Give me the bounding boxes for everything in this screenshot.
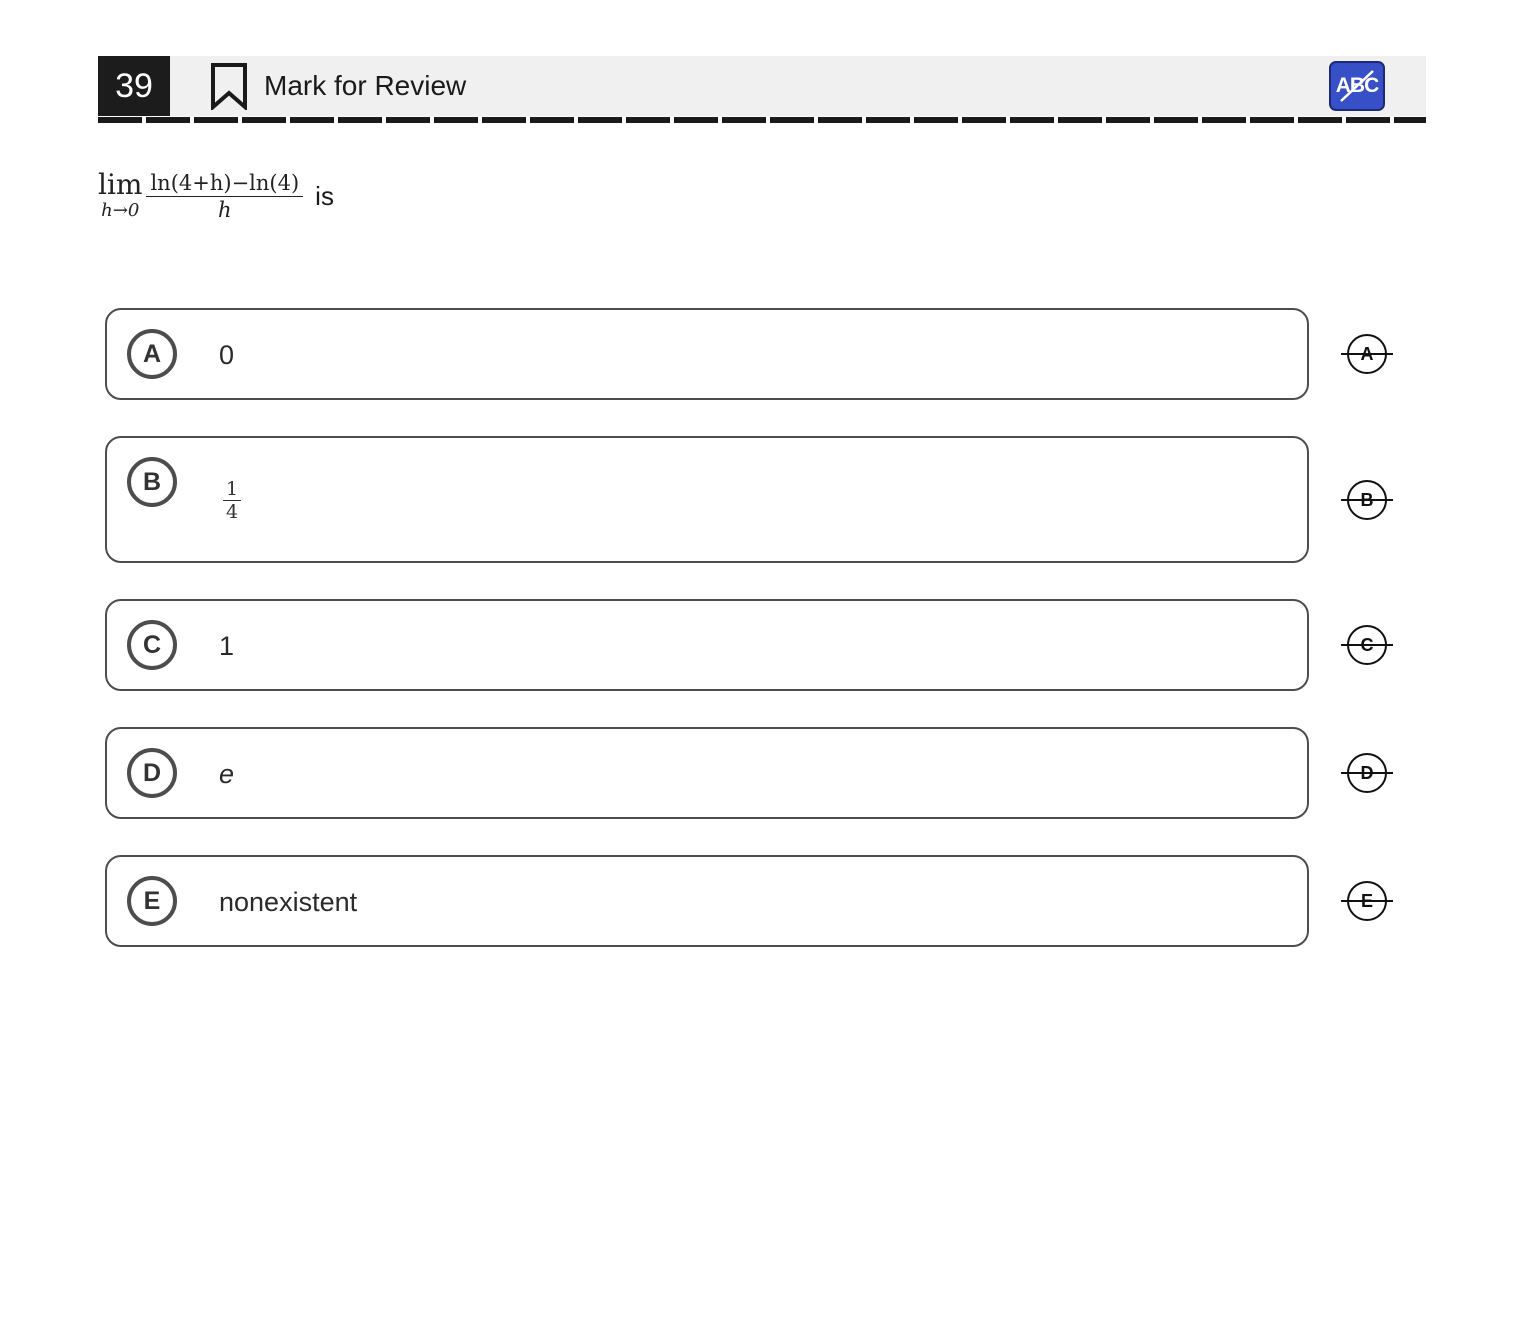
strikethrough-icon [1340,70,1374,102]
strikethrough-line-icon [1341,772,1393,774]
choice-c[interactable]: C 1 [105,599,1309,691]
choice-d-text: e [219,759,235,789]
question-suffix: is [315,180,334,211]
mark-for-review-button[interactable]: Mark for Review [210,62,466,110]
choice-d[interactable]: D e [105,727,1309,819]
limit-operator: lim h→0 [98,168,143,222]
bookmark-icon [211,63,247,110]
choice-e-text: nonexistent [219,887,358,917]
choice-a-text: 0 [219,340,235,370]
limit-fraction: ln(4+h)−ln(4) h [146,170,304,223]
choice-b-denominator: 4 [226,501,239,523]
answer-eliminator-toggle[interactable]: ABC [1329,61,1385,111]
choice-b-numerator: 1 [223,478,242,501]
question-stem: lim h→0 ln(4+h)−ln(4) h is [98,160,334,232]
header-divider [98,117,1426,123]
choice-b-fraction: 1 4 [223,478,242,523]
mark-for-review-label: Mark for Review [264,70,467,101]
choice-letter-d: D [127,748,177,798]
choice-letter-a: A [127,329,177,379]
choice-letter-b: B [127,457,177,507]
strikethrough-line-icon [1341,900,1393,902]
choice-letter-e: E [127,876,177,926]
eliminate-choice-b[interactable]: B [1341,480,1393,520]
choice-e[interactable]: E nonexistent [105,855,1309,947]
fraction-numerator: ln(4+h)−ln(4) [146,170,304,197]
eliminate-choice-c[interactable]: C [1341,625,1393,665]
eliminate-choice-d[interactable]: D [1341,753,1393,793]
question-header: 39 Mark for Review ABC [98,56,1426,116]
limit-subscript: h→0 [101,200,140,221]
choice-b[interactable]: B 1 4 [105,436,1309,563]
eliminate-choice-e[interactable]: E [1341,881,1393,921]
question-number: 39 [98,56,170,116]
strikethrough-line-icon [1341,353,1393,355]
choice-c-text: 1 [219,631,235,661]
eliminate-choice-a[interactable]: A [1341,334,1393,374]
fraction-denominator: h [218,197,232,222]
strikethrough-line-icon [1341,644,1393,646]
choice-letter-c: C [127,620,177,670]
strikethrough-line-icon [1341,499,1393,501]
choice-a[interactable]: A 0 [105,308,1309,400]
